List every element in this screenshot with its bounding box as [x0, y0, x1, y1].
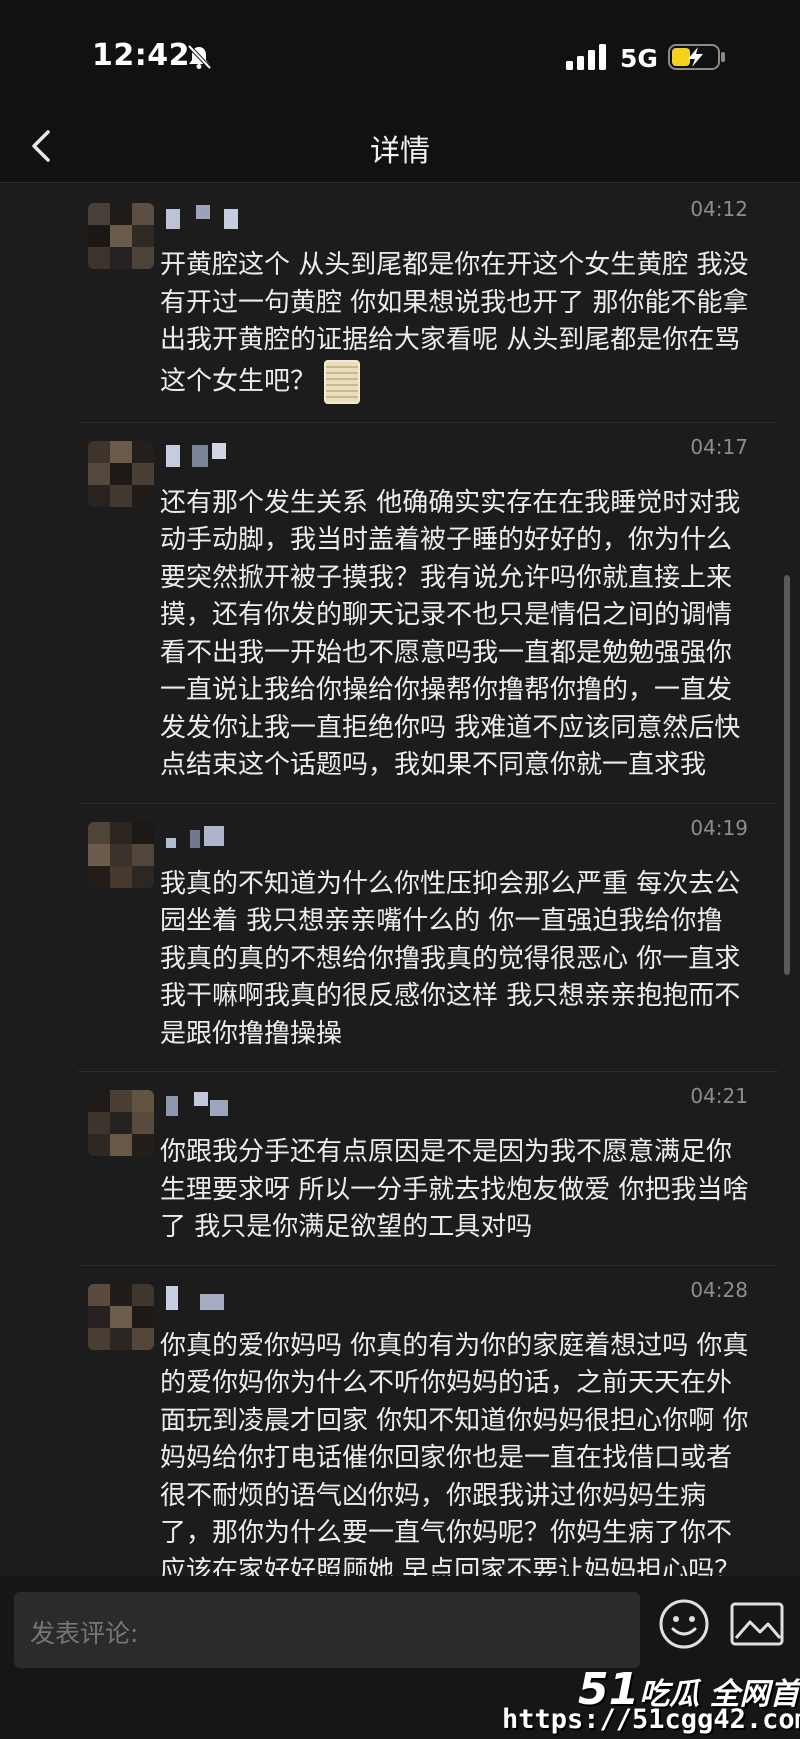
username-blurred [166, 205, 238, 229]
comment-input[interactable]: 发表评论: [14, 1592, 640, 1668]
status-time: 12:42 [92, 38, 190, 73]
comment-time: 04:12 [690, 197, 748, 221]
comment-item: 04:19 我真的不知道为什么你性压抑会那么严重 每次去公园坐着 我只想亲亲嘴什… [78, 804, 778, 1072]
bell-off-icon [187, 44, 212, 70]
username-blurred [166, 1285, 224, 1310]
comment-text: 我真的不知道为什么你性压抑会那么严重 每次去公园坐着 我只想亲亲嘴什么的 你一直… [160, 868, 741, 1049]
comment-text: 开黄腔这个 从头到尾都是你在开这个女生黄腔 我没有开过一句黄腔 你如果想说我也开… [160, 247, 750, 404]
avatar[interactable] [88, 440, 154, 507]
comment-item: 04:21 你跟我分手还有点原因是不是因为我不愿意满足你生理要求呀 所以一分手就… [78, 1072, 778, 1266]
network-label: 5G [620, 44, 658, 73]
emoji-icon[interactable] [658, 1598, 710, 1650]
comment-placeholder: 发表评论: [30, 1619, 139, 1648]
avatar[interactable] [88, 1090, 154, 1156]
comment-text: 你跟我分手还有点原因是不是因为我不愿意满足你生理要求呀 所以一分手就去找炮友做爱… [160, 1137, 749, 1242]
comment-list: 04:12 开黄腔这个 从头到尾都是你在开这个女生黄腔 我没有开过一句黄腔 你如… [78, 185, 778, 1653]
comment-time: 04:21 [690, 1084, 748, 1108]
comment-time: 04:19 [690, 815, 748, 840]
comment-time: 04:17 [690, 434, 748, 459]
status-bar: 12:42 5G [0, 0, 800, 110]
page-title: 详情 [370, 134, 430, 169]
avatar[interactable] [88, 203, 154, 269]
scrollbar[interactable] [784, 575, 790, 975]
comment-text: 还有那个发生关系 他确确实实存在在我睡觉时对我动手动脚，我当时盖着被子睡的好好的… [160, 487, 741, 781]
comment-item: 04:17 还有那个发生关系 他确确实实存在在我睡觉时对我动手动脚，我当时盖着被… [78, 423, 778, 804]
username-blurred [166, 1092, 228, 1116]
watermark-url: https://51cgg42.com [502, 1704, 800, 1735]
nav-bar: 详情 [0, 110, 800, 183]
sticker-image[interactable] [324, 359, 361, 404]
username-blurred [166, 825, 224, 848]
avatar[interactable] [88, 1283, 154, 1350]
signal-icon [566, 44, 606, 70]
comment-composer: 发表评论: 51吃瓜 全网首发 https://51cgg42.com [0, 1576, 800, 1739]
avatar[interactable] [88, 821, 154, 888]
comment-time: 04:28 [690, 1277, 748, 1302]
battery-charging-icon [668, 44, 725, 70]
comment-item: 04:12 开黄腔这个 从头到尾都是你在开这个女生黄腔 我没有开过一句黄腔 你如… [78, 185, 778, 423]
image-icon[interactable] [730, 1602, 784, 1646]
username-blurred [166, 442, 226, 467]
